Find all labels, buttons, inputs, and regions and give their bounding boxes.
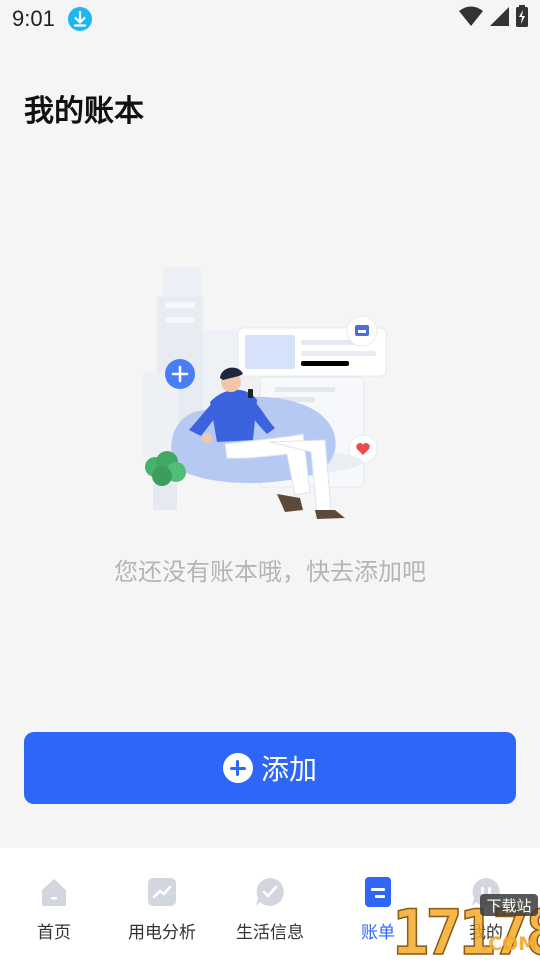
tab-life-info-label: 生活信息: [236, 923, 304, 943]
tab-power-analysis[interactable]: 用电分析: [108, 848, 216, 960]
svg-text:.COM: .COM: [481, 933, 537, 955]
plus-circle-icon: [222, 753, 253, 783]
wifi-icon: [458, 5, 484, 31]
check-bubble-icon: [254, 876, 286, 908]
status-icons: [458, 4, 530, 32]
page-title: 我的账本: [24, 94, 144, 129]
add-ledger-button[interactable]: 添加: [24, 732, 516, 804]
add-button-label: 添加: [260, 753, 317, 786]
battery-charging-icon: [514, 4, 530, 32]
empty-state-message: 您还没有账本哦，快去添加吧: [114, 558, 426, 586]
tab-home-label: 首页: [37, 923, 71, 943]
trend-chart-icon: [146, 876, 178, 908]
download-icon: [68, 7, 92, 31]
home-icon: [38, 876, 70, 908]
signal-icon: [488, 5, 510, 31]
empty-state-illustration: [135, 262, 395, 527]
status-time: 9:01: [12, 6, 55, 31]
tab-home[interactable]: 首页: [0, 848, 108, 960]
watermark-logo: 17178 下载站 .COM: [310, 890, 540, 960]
tab-power-analysis-label: 用电分析: [128, 923, 196, 943]
tab-life-info[interactable]: 生活信息: [216, 848, 324, 960]
svg-text:下载站: 下载站: [486, 897, 531, 915]
status-bar: 9:01: [0, 0, 540, 38]
